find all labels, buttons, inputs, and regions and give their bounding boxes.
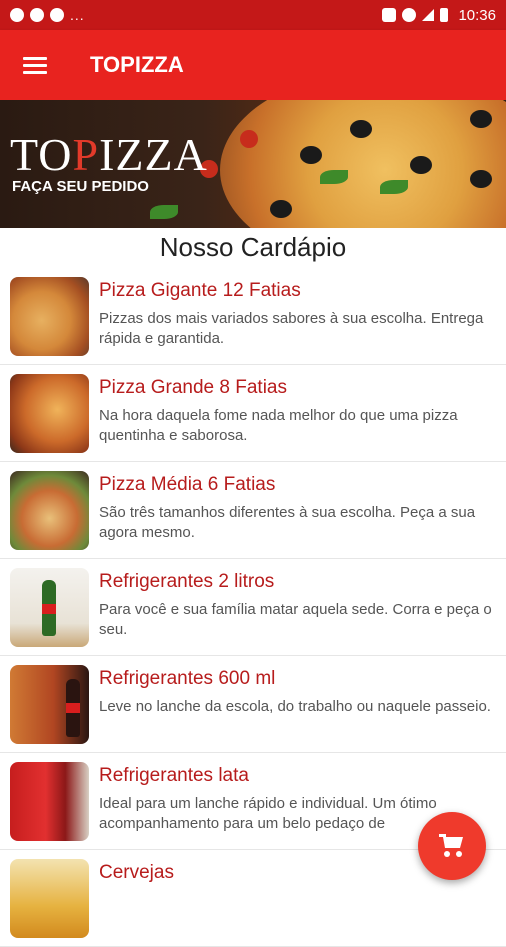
item-description: Na hora daquela fome nada melhor do que …: [99, 407, 458, 444]
banner-brand-logo: TOPIZZA: [10, 129, 208, 180]
menu-item-refrigerantes-600ml[interactable]: Refrigerantes 600 ml Leve no lanche da e…: [0, 656, 506, 753]
menu-item-pizza-grande[interactable]: Pizza Grande 8 Fatias Na hora daquela fo…: [0, 365, 506, 462]
clock: 10:36: [458, 6, 496, 24]
status-bar: ... 10:36: [0, 0, 506, 30]
pizza-grande-image: [10, 374, 89, 453]
item-title: Cervejas: [99, 862, 174, 883]
olive-decoration: [270, 200, 292, 218]
shopping-cart-icon: [439, 834, 465, 858]
item-title: Pizza Gigante 12 Fatias: [99, 280, 301, 301]
menu-item-pizza-gigante[interactable]: Pizza Gigante 12 Fatias Pizzas dos mais …: [0, 268, 506, 365]
item-description: Para você e sua família matar aquela sed…: [99, 601, 492, 638]
soda-bottle-icon: [66, 679, 80, 737]
refrigerantes-lata-image: [10, 762, 89, 841]
pizza-media-image: [10, 471, 89, 550]
olive-decoration: [300, 146, 322, 164]
item-title: Refrigerantes 600 ml: [99, 668, 276, 689]
promo-banner: TOPIZZA: [0, 100, 506, 228]
section-title: Nosso Cardápio: [159, 232, 347, 262]
whatsapp-icon: [30, 8, 44, 22]
basil-leaf-decoration: [380, 180, 408, 194]
battery-icon: [440, 8, 449, 22]
olive-decoration: [350, 120, 372, 138]
menu-item-pizza-media[interactable]: Pizza Média 6 Fatias São três tamanhos d…: [0, 462, 506, 559]
signal-icon: [422, 9, 435, 21]
notification-icon: [10, 8, 24, 22]
hamburger-menu-icon: [23, 53, 47, 78]
item-title: Pizza Média 6 Fatias: [99, 474, 276, 495]
app-bar: TOPIZZA: [0, 30, 506, 100]
soda-bottle-icon: [42, 580, 56, 636]
notification-icons: ...: [10, 7, 85, 23]
basil-leaf-decoration: [150, 205, 178, 219]
item-description: Pizzas dos mais variados sabores à sua e…: [99, 310, 484, 347]
cervejas-image: [10, 859, 89, 938]
menu-button[interactable]: [0, 30, 70, 100]
pizza-gigante-image: [10, 277, 89, 356]
item-title: Refrigerantes 2 litros: [99, 571, 275, 592]
app-title: TOPIZZA: [90, 52, 184, 77]
alarm-icon: [382, 8, 397, 22]
tomato-decoration: [240, 130, 258, 148]
menu-item-refrigerantes-2l[interactable]: Refrigerantes 2 litros Para você e sua f…: [0, 559, 506, 656]
olive-decoration: [410, 156, 432, 174]
basil-leaf-decoration: [320, 170, 348, 184]
item-title: Refrigerantes lata: [99, 765, 249, 786]
item-description: São três tamanhos diferentes à sua escol…: [99, 504, 476, 541]
refrigerantes-600ml-image: [10, 665, 89, 744]
item-title: Pizza Grande 8 Fatias: [99, 377, 287, 398]
item-description: Leve no lanche da escola, do trabalho ou…: [99, 698, 491, 715]
refrigerantes-2l-image: [10, 568, 89, 647]
olive-decoration: [470, 110, 492, 128]
facebook-icon: [50, 8, 64, 22]
more-notifications-indicator: ...: [70, 7, 85, 23]
wifi-icon: [402, 8, 417, 22]
olive-decoration: [470, 170, 492, 188]
system-icons: 10:36: [382, 7, 496, 24]
cart-fab-button[interactable]: [418, 812, 486, 880]
banner-tagline: FAÇA SEU PEDIDO: [12, 178, 149, 195]
